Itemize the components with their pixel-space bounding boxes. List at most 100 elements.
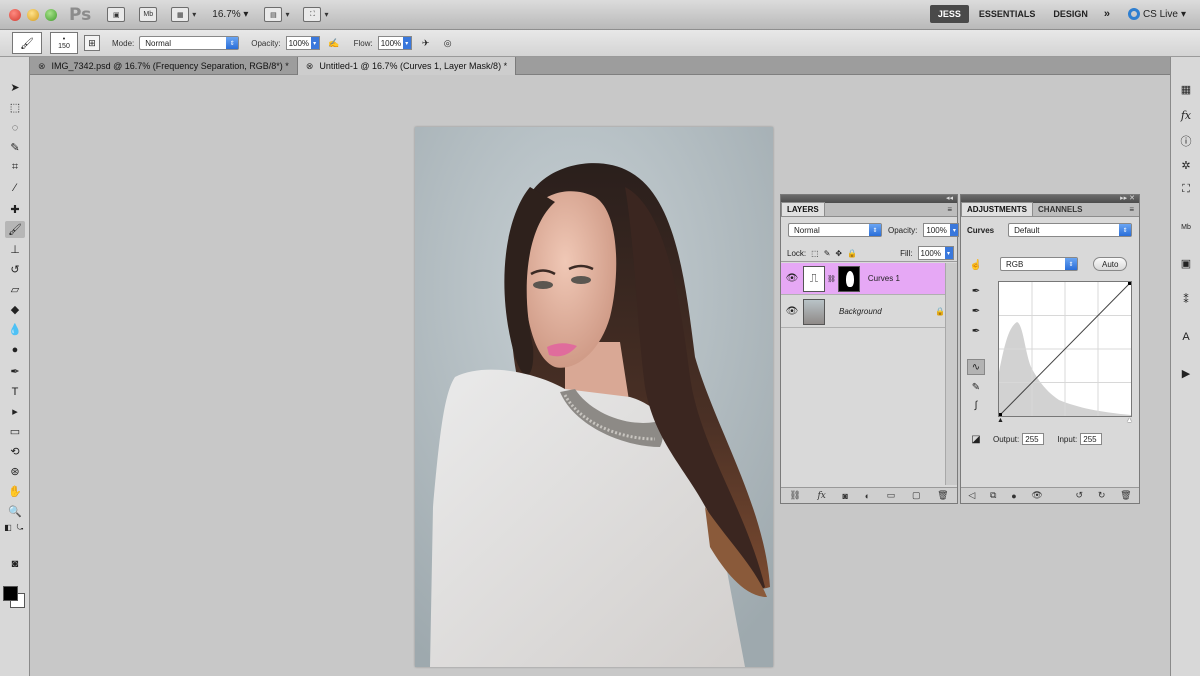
curves-graph[interactable] bbox=[998, 281, 1132, 417]
close-window-button[interactable] bbox=[9, 8, 21, 21]
clone-source-icon[interactable]: ▣ bbox=[1177, 255, 1195, 271]
panel-menu-icon[interactable]: ≡ bbox=[1129, 205, 1134, 214]
layer-row-curves-1[interactable]: 👁 ⎍ ⛓ Curves 1 bbox=[781, 263, 945, 295]
channel-select[interactable]: RGB ⇕ bbox=[1000, 257, 1078, 271]
mode-select[interactable]: Normal ⇕ bbox=[139, 36, 240, 50]
zoom-level-dropdown[interactable]: 16.7% ▾ bbox=[212, 9, 248, 20]
transform-icon[interactable]: ⛶ bbox=[1177, 181, 1195, 197]
clone-stamp-tool-icon[interactable]: ⊥ bbox=[5, 241, 25, 258]
curves-preset-select[interactable]: Default ⇕ bbox=[1008, 223, 1133, 237]
new-group-icon[interactable]: ▭ bbox=[887, 490, 896, 501]
link-layers-icon[interactable]: ⛓ bbox=[789, 490, 800, 501]
pen-tool-icon[interactable]: ✒ bbox=[5, 363, 25, 380]
layer-blend-mode-select[interactable]: Normal ⇕ bbox=[788, 223, 882, 237]
workspace-design[interactable]: DESIGN bbox=[1045, 5, 1096, 23]
pressure-opacity-button[interactable]: ✍ bbox=[326, 35, 342, 51]
lock-image-icon[interactable]: ✎ bbox=[824, 249, 831, 258]
tab-adjustments[interactable]: ADJUSTMENTS bbox=[961, 202, 1034, 216]
collapse-icon[interactable]: ▸▸ ✕ bbox=[1120, 194, 1135, 202]
return-to-list-icon[interactable]: ◁ bbox=[968, 490, 975, 501]
character-icon[interactable]: ⁑ bbox=[1177, 291, 1195, 307]
eye-visibility-icon[interactable]: 👁 bbox=[781, 273, 803, 284]
clipping-warning-icon[interactable]: ◪ bbox=[967, 431, 985, 447]
smooth-curve-icon[interactable]: ∫ bbox=[967, 397, 985, 413]
lock-all-icon[interactable]: 🔒 bbox=[847, 249, 857, 258]
history-brush-tool-icon[interactable]: ↺ bbox=[5, 261, 25, 278]
document-canvas[interactable] bbox=[415, 127, 773, 667]
brushes-icon[interactable]: ✲ bbox=[1177, 157, 1195, 173]
panel-menu-icon[interactable]: ≡ bbox=[947, 205, 952, 214]
output-field[interactable]: 255 bbox=[1022, 433, 1045, 445]
layers-scrollbar[interactable] bbox=[945, 263, 957, 485]
marquee-tool-icon[interactable]: ⬚ bbox=[5, 99, 25, 116]
airbrush-button[interactable]: ✈ bbox=[418, 35, 434, 51]
blur-tool-icon[interactable]: 💧 bbox=[5, 321, 25, 338]
reset-icon[interactable]: ↻ bbox=[1098, 490, 1106, 501]
gray-point-eyedropper-icon[interactable]: ✒ bbox=[967, 303, 985, 319]
flow-input[interactable]: 100% ▾ bbox=[377, 36, 412, 50]
actions-play-icon[interactable]: ▶ bbox=[1177, 365, 1195, 381]
3d-orbit-tool-icon[interactable]: ⊛ bbox=[5, 463, 25, 480]
close-tab-icon[interactable]: ⊗ bbox=[38, 61, 46, 72]
swap-colors-icon[interactable]: ⤿ bbox=[14, 519, 26, 536]
styles-icon[interactable]: fx bbox=[1177, 107, 1195, 123]
mini-bridge-icon[interactable]: Mb bbox=[1177, 219, 1195, 235]
healing-brush-tool-icon[interactable]: ✚ bbox=[5, 201, 25, 218]
hand-tool-icon[interactable]: ✋ bbox=[5, 483, 25, 500]
tab-layers[interactable]: LAYERS bbox=[781, 202, 825, 216]
foreground-color-swatch[interactable] bbox=[3, 586, 18, 601]
brush-panel-toggle-button[interactable]: ⊞ bbox=[84, 35, 100, 51]
quick-mask-icon[interactable]: ◙ bbox=[5, 555, 25, 572]
tab-channels[interactable]: CHANNELS bbox=[1033, 203, 1087, 216]
view-extras-button[interactable]: ▦ bbox=[171, 7, 190, 22]
more-workspaces-button[interactable]: » bbox=[1104, 8, 1110, 20]
type-tool-icon[interactable]: T bbox=[5, 383, 25, 400]
dodge-tool-icon[interactable]: ● bbox=[5, 341, 25, 358]
histogram-icon[interactable]: ▦ bbox=[1177, 81, 1195, 97]
new-layer-icon[interactable]: ▢ bbox=[912, 490, 921, 501]
new-adjustment-layer-icon[interactable]: ◐ bbox=[865, 491, 870, 501]
eye-visibility-icon[interactable]: 👁 bbox=[781, 306, 803, 317]
close-tab-icon[interactable]: ⊗ bbox=[306, 61, 314, 72]
brush-preset-picker[interactable]: • 150 bbox=[50, 32, 78, 54]
white-point-eyedropper-icon[interactable]: ✒ bbox=[967, 323, 985, 339]
lasso-tool-icon[interactable]: ◌ bbox=[5, 119, 25, 136]
black-point-eyedropper-icon[interactable]: ✒ bbox=[967, 283, 985, 299]
tool-preset-picker[interactable]: 🖌 bbox=[12, 32, 42, 54]
launch-mini-bridge-button[interactable]: Mb bbox=[139, 7, 158, 22]
move-tool-icon[interactable]: ➤ bbox=[5, 79, 25, 96]
pencil-draw-curve-icon[interactable]: ✎ bbox=[967, 379, 985, 395]
black-input-slider-icon[interactable]: ▲ bbox=[997, 417, 1004, 424]
add-layer-style-icon[interactable]: fx bbox=[817, 491, 825, 501]
default-colors-icon[interactable]: ◧ bbox=[2, 519, 14, 536]
cs-live-button[interactable]: CS Live ▾ bbox=[1127, 8, 1186, 20]
zoom-tool-icon[interactable]: 🔍 bbox=[5, 503, 25, 520]
auto-button[interactable]: Auto bbox=[1093, 257, 1128, 271]
input-field[interactable]: 255 bbox=[1080, 433, 1103, 445]
paint-bucket-tool-icon[interactable]: ◆ bbox=[5, 301, 25, 318]
quick-selection-tool-icon[interactable]: ✎ bbox=[5, 139, 25, 156]
delete-layer-icon[interactable]: 🗑 bbox=[937, 490, 948, 501]
on-image-adjust-icon[interactable]: ☝ bbox=[967, 257, 985, 273]
collapse-icon[interactable]: ◂◂ bbox=[946, 194, 953, 202]
fill-input[interactable]: 100% ▾ bbox=[917, 246, 954, 260]
expanded-view-icon[interactable]: ⧉ bbox=[990, 490, 996, 501]
lock-transparent-icon[interactable]: ⬚ bbox=[811, 249, 819, 258]
view-previous-state-icon[interactable]: ↺ bbox=[1076, 490, 1084, 501]
layer-mask-thumbnail[interactable] bbox=[837, 265, 860, 292]
arrange-documents-button[interactable]: ▤ bbox=[264, 7, 283, 22]
lock-position-icon[interactable]: ✥ bbox=[835, 249, 842, 258]
minimize-window-button[interactable] bbox=[27, 8, 39, 21]
brush-tool-icon[interactable]: 🖌 bbox=[5, 221, 25, 238]
workspace-essentials[interactable]: ESSENTIALS bbox=[971, 5, 1044, 23]
screen-mode-button[interactable]: ⛶ bbox=[303, 7, 322, 22]
toggle-visibility-icon[interactable]: 👁 bbox=[1031, 490, 1042, 501]
tab-untitled-1[interactable]: ⊗ Untitled-1 @ 16.7% (Curves 1, Layer Ma… bbox=[297, 57, 517, 75]
eyedropper-tool-icon[interactable]: ⁄ bbox=[5, 179, 25, 196]
shape-tool-icon[interactable]: ▭ bbox=[5, 423, 25, 440]
eraser-tool-icon[interactable]: ▱ bbox=[5, 281, 25, 298]
clip-to-layer-icon[interactable]: ● bbox=[1011, 491, 1016, 501]
type-panel-icon[interactable]: A bbox=[1177, 329, 1195, 345]
path-selection-tool-icon[interactable]: ▸ bbox=[5, 403, 25, 420]
launch-bridge-button[interactable]: ▣ bbox=[107, 7, 126, 22]
